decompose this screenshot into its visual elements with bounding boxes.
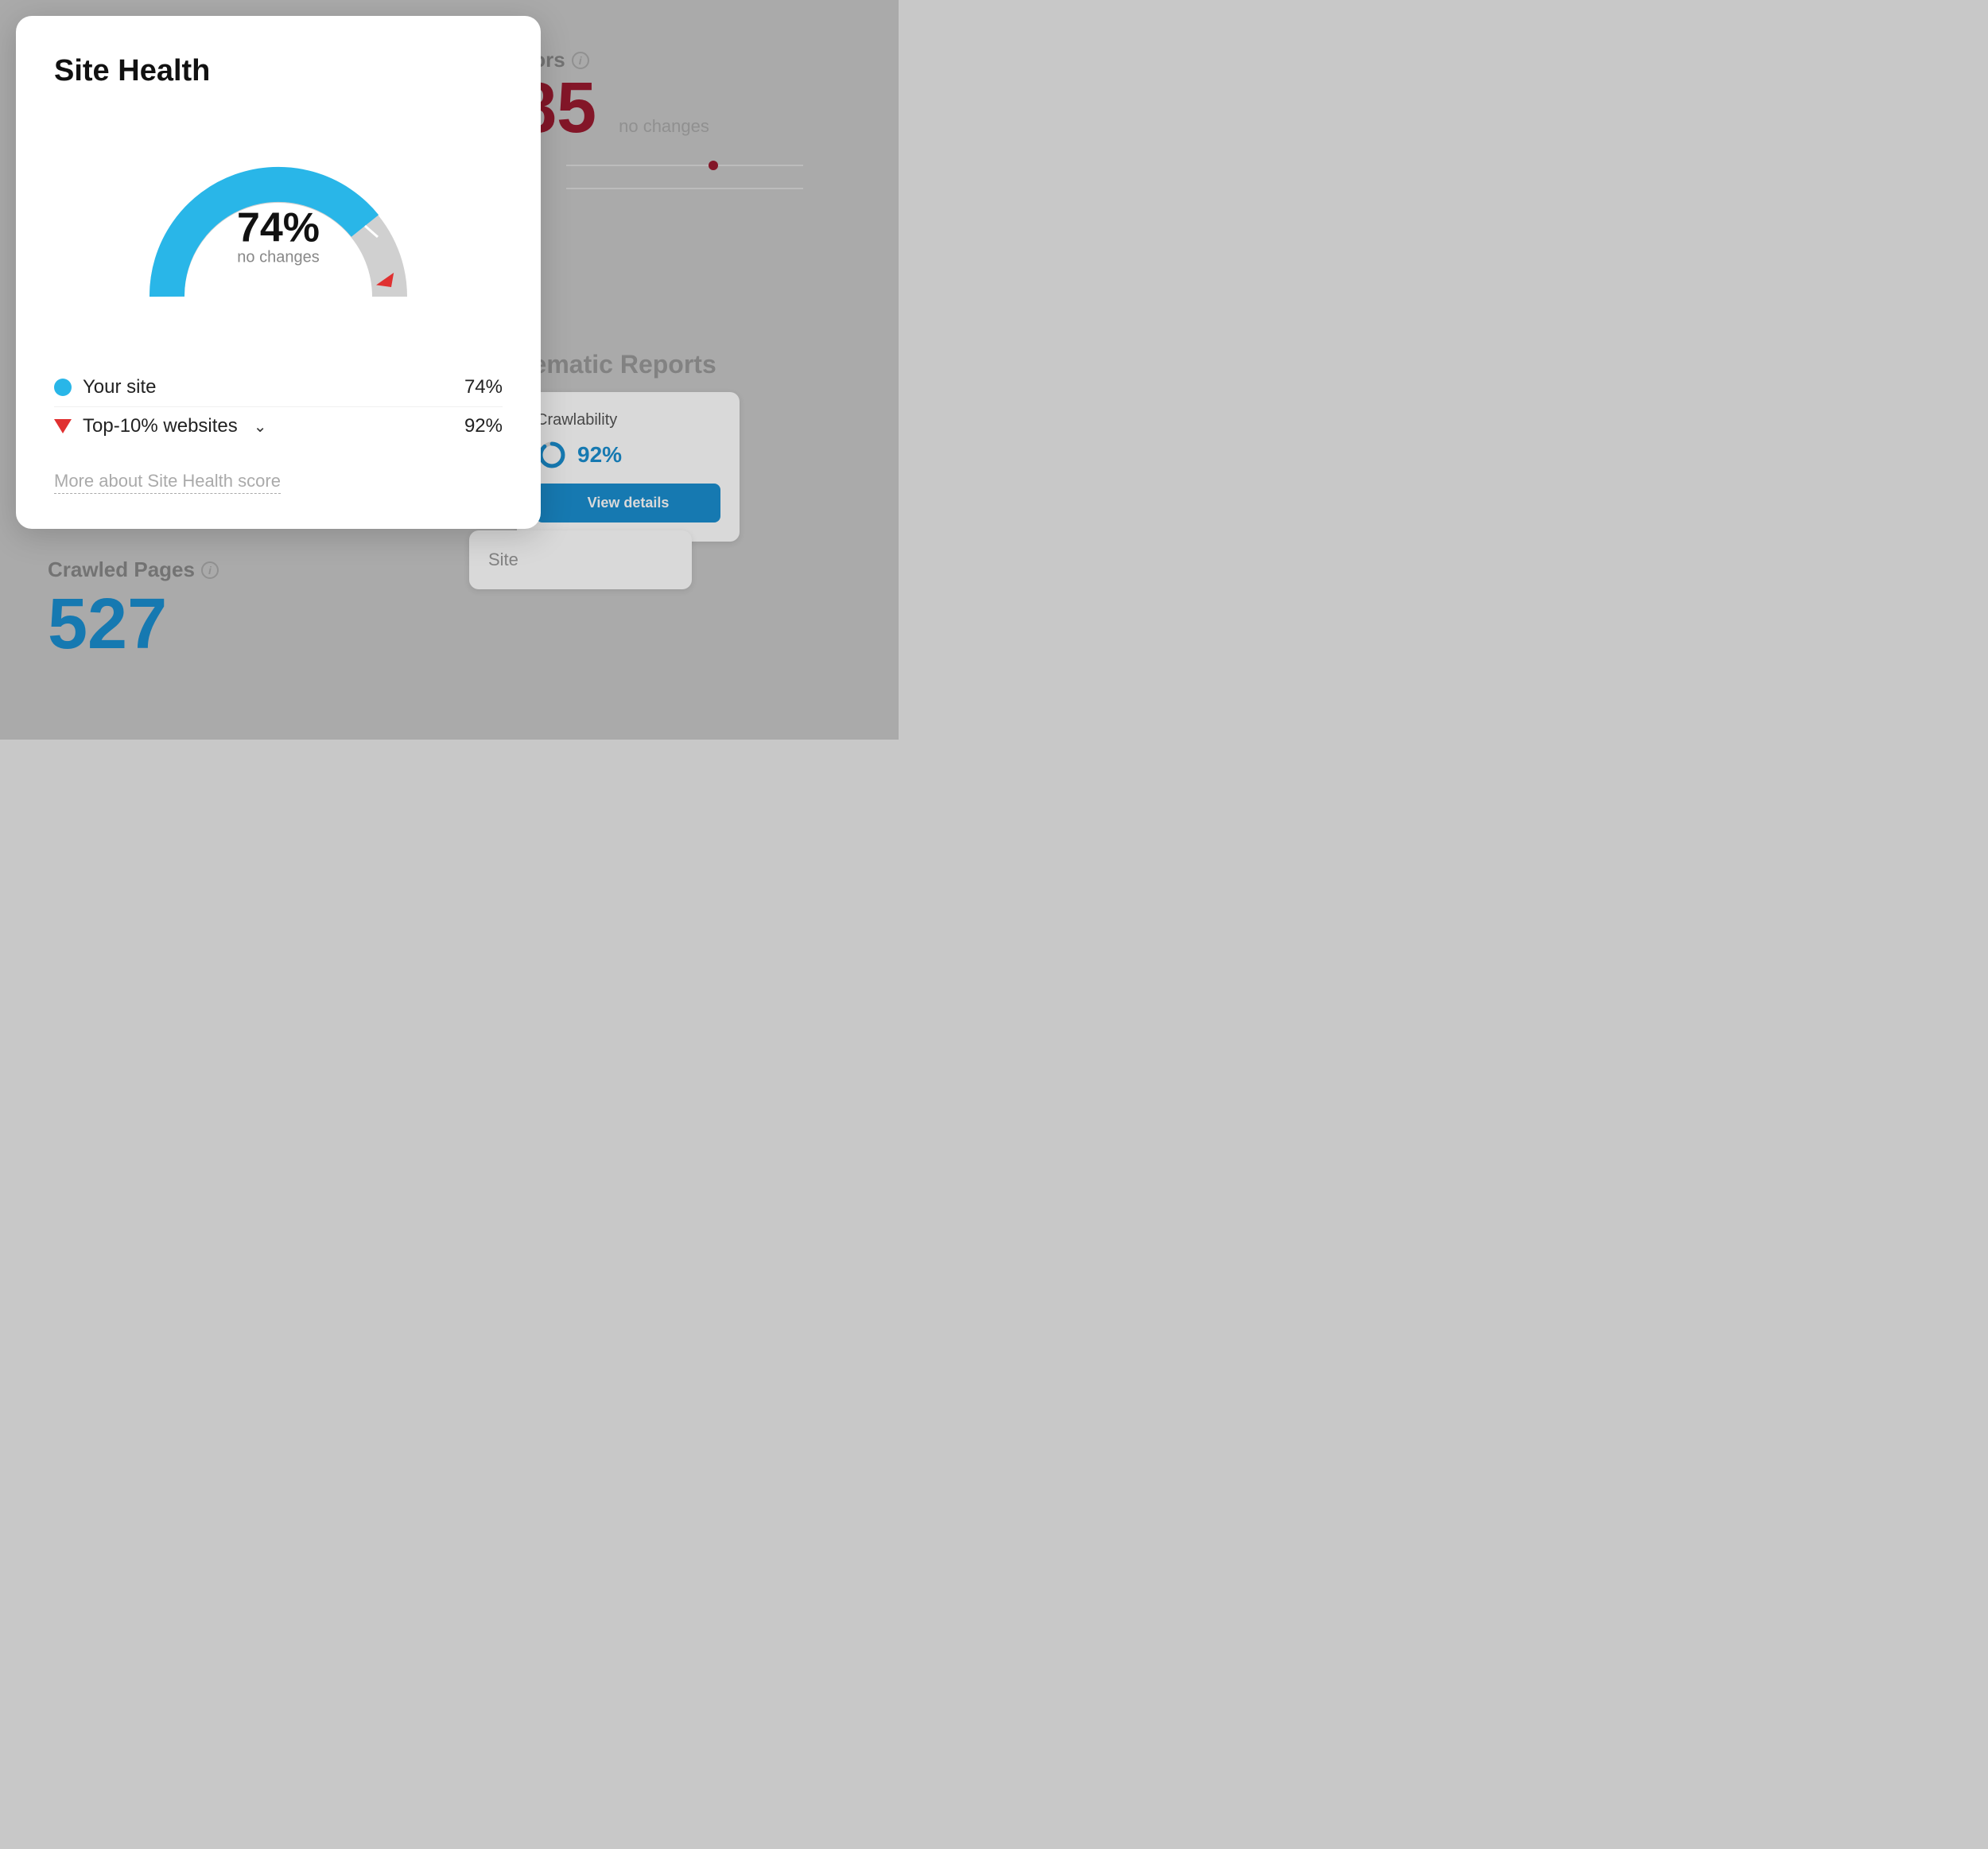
- legend-row-your-site: Your site 74%: [54, 368, 503, 406]
- top10-chevron-icon: ⌄: [254, 417, 267, 437]
- your-site-value: 74%: [464, 376, 503, 398]
- legend-left-your-site: Your site: [54, 376, 157, 398]
- gauge-container: 74% no changes: [54, 114, 503, 336]
- your-site-label: Your site: [83, 376, 157, 398]
- legend-left-top10: Top-10% websites ⌄: [54, 415, 267, 437]
- gauge-center-text: 74% no changes: [237, 208, 320, 267]
- top10-value: 92%: [464, 415, 503, 437]
- modal-title: Site Health: [54, 54, 503, 88]
- more-about-link[interactable]: More about Site Health score: [54, 471, 281, 494]
- gauge-percent-value: 74%: [237, 208, 320, 249]
- modal-card: Site Health 74% no changes Your site 74%: [16, 16, 541, 529]
- top10-triangle-icon: [54, 419, 72, 433]
- legend-row-top10: Top-10% websites ⌄ 92%: [54, 406, 503, 445]
- gauge-subtitle: no changes: [237, 249, 320, 267]
- legend-section: Your site 74% Top-10% websites ⌄ 92%: [54, 368, 503, 445]
- top10-label: Top-10% websites: [83, 415, 238, 437]
- your-site-dot-icon: [54, 379, 72, 396]
